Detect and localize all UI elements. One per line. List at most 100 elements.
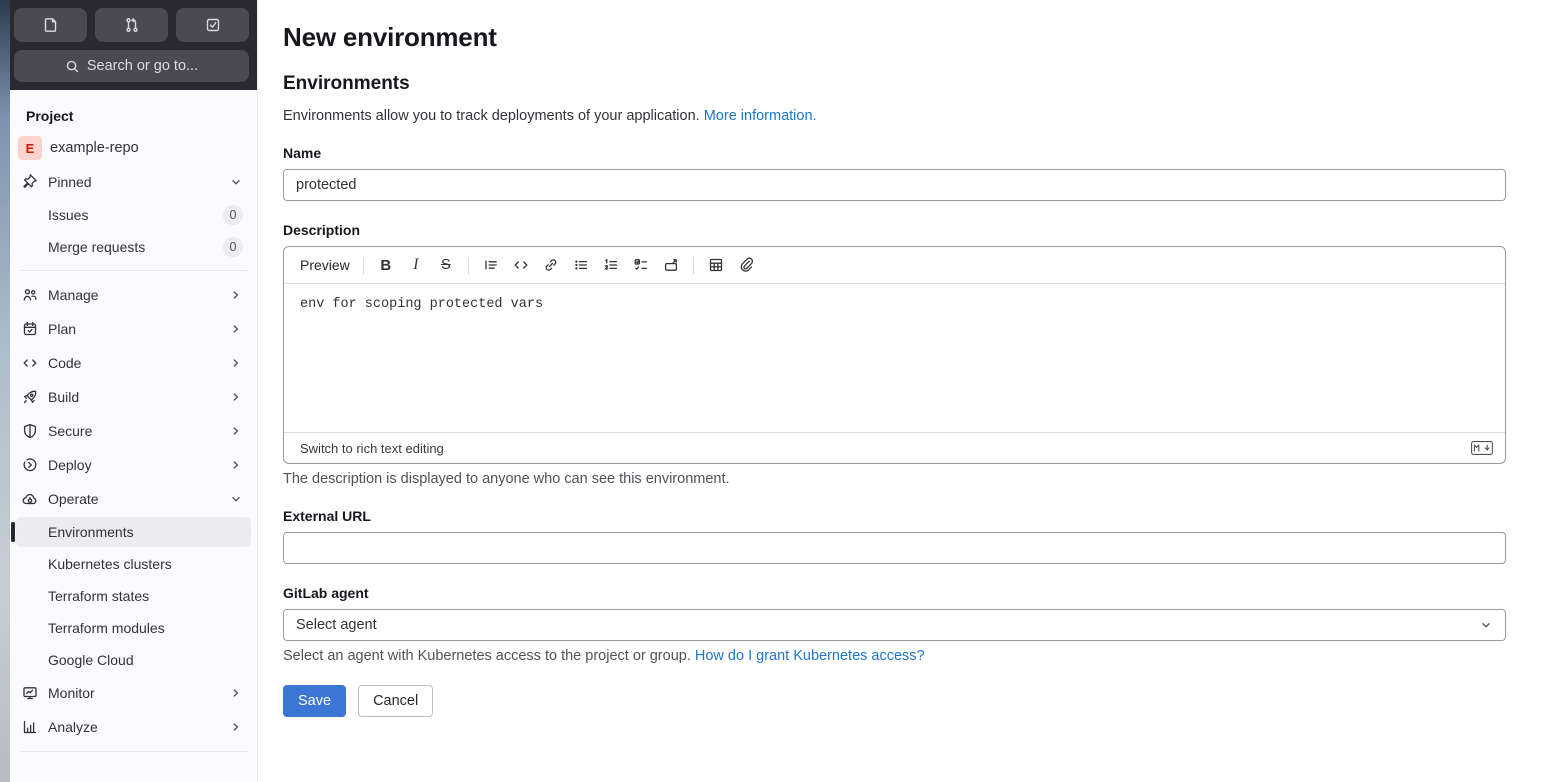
sidebar-item-label: Issues [48, 207, 89, 223]
sidebar-divider [20, 270, 247, 271]
sidebar-nav: Project E example-repo Pinned Issues 0 M… [10, 90, 257, 782]
code-icon [22, 355, 38, 371]
section-title: Environments [283, 73, 410, 94]
more-information-link[interactable]: More information. [704, 108, 817, 124]
sidebar-item-label: Manage [48, 287, 99, 303]
sidebar-item-label: Build [48, 389, 80, 405]
bold-icon[interactable]: B [373, 252, 399, 278]
merge-requests-shortcut-button[interactable] [95, 8, 168, 42]
search-input[interactable]: Search or go to... [14, 50, 249, 82]
active-indicator [11, 522, 15, 542]
attach-file-icon[interactable] [733, 252, 759, 278]
issues-shortcut-button[interactable] [14, 8, 87, 42]
sidebar-item-label: Deploy [48, 457, 92, 473]
calendar-icon [22, 321, 38, 337]
cloud-pod-icon [22, 491, 38, 507]
sidebar-item-label: Plan [48, 321, 77, 337]
deploy-icon [22, 457, 38, 473]
name-input[interactable] [283, 169, 1506, 201]
rocket-icon [22, 389, 38, 405]
agent-select-value: Select agent [296, 617, 377, 633]
desktop-edge [0, 0, 10, 782]
issues-icon [43, 17, 59, 33]
markdown-mark-icon [1471, 441, 1493, 455]
sidebar-divider [20, 751, 247, 752]
quote-icon[interactable] [478, 252, 504, 278]
collapsible-section-icon[interactable] [658, 252, 684, 278]
pin-icon [22, 174, 38, 190]
sidebar: Search or go to... Project E example-rep… [10, 0, 258, 782]
chevron-right-icon [229, 686, 243, 700]
gitlab-agent-label: GitLab agent [283, 585, 369, 601]
agent-select[interactable]: Select agent [283, 609, 1506, 641]
sidebar-item-label: Pinned [48, 174, 92, 190]
search-icon [65, 59, 80, 74]
chevron-right-icon [229, 458, 243, 472]
merge-request-icon [124, 17, 140, 33]
chevron-right-icon [229, 288, 243, 302]
editor-toolbar: Preview B I S [284, 247, 1505, 284]
sidebar-item-plan[interactable]: Plan [16, 313, 251, 345]
sidebar-item-monitor[interactable]: Monitor [16, 677, 251, 709]
project-name: example-repo [50, 140, 139, 156]
editor-footer: Switch to rich text editing [284, 432, 1505, 463]
chart-icon [22, 719, 38, 735]
main-content: New environment Environments Environment… [259, 0, 1550, 782]
page-title: New environment [283, 22, 497, 52]
external-url-label: External URL [283, 508, 371, 524]
chevron-right-icon [229, 356, 243, 370]
numbered-list-icon[interactable] [598, 252, 624, 278]
sidebar-section-label: Project [26, 108, 74, 124]
sidebar-item-label: Merge requests [48, 239, 146, 255]
sidebar-item-label: Operate [48, 491, 99, 507]
sidebar-item-secure[interactable]: Secure [16, 415, 251, 447]
bullet-list-icon[interactable] [568, 252, 594, 278]
sidebar-item-pinned[interactable]: Pinned [16, 166, 251, 198]
code-icon[interactable] [508, 252, 534, 278]
save-button[interactable]: Save [283, 685, 347, 717]
sidebar-item-kubernetes-clusters[interactable]: Kubernetes clusters [16, 549, 251, 579]
sidebar-item-label: Monitor [48, 685, 95, 701]
external-url-input[interactable] [283, 532, 1506, 564]
toolbar-divider [692, 256, 694, 274]
todo-shortcut-button[interactable] [176, 8, 249, 42]
task-list-icon[interactable] [628, 252, 654, 278]
project-avatar: E [18, 136, 42, 160]
agent-help-text: Select an agent with Kubernetes access t… [283, 648, 925, 664]
chevron-right-icon [229, 720, 243, 734]
switch-rich-text-link[interactable]: Switch to rich text editing [300, 441, 444, 456]
link-icon[interactable] [538, 252, 564, 278]
sidebar-item-merge-requests[interactable]: Merge requests 0 [16, 232, 251, 262]
italic-icon[interactable]: I [403, 252, 429, 278]
sidebar-item-google-cloud[interactable]: Google Cloud [16, 645, 251, 675]
sidebar-item-terraform-states[interactable]: Terraform states [16, 581, 251, 611]
sidebar-item-operate[interactable]: Operate [16, 483, 251, 515]
sidebar-item-manage[interactable]: Manage [16, 279, 251, 311]
strikethrough-icon[interactable]: S [433, 252, 459, 278]
sidebar-item-build[interactable]: Build [16, 381, 251, 413]
sidebar-header: Search or go to... [10, 0, 257, 90]
sidebar-item-deploy[interactable]: Deploy [16, 449, 251, 481]
cancel-button[interactable]: Cancel [358, 685, 434, 717]
sidebar-item-terraform-modules[interactable]: Terraform modules [16, 613, 251, 643]
todo-list-icon [205, 17, 221, 33]
table-icon[interactable] [703, 252, 729, 278]
sidebar-item-code[interactable]: Code [16, 347, 251, 379]
sidebar-item-label: Terraform states [48, 588, 150, 604]
name-label: Name [283, 145, 322, 161]
sidebar-item-analyze[interactable]: Analyze [16, 711, 251, 743]
preview-tab[interactable]: Preview [300, 257, 350, 273]
kubernetes-access-link[interactable]: How do I grant Kubernetes access? [695, 648, 925, 664]
markdown-editor: Preview B I S env for scoping protected … [283, 246, 1506, 464]
description-textarea[interactable]: env for scoping protected vars [284, 284, 1505, 432]
sidebar-item-project[interactable]: E example-repo [16, 132, 251, 164]
sidebar-item-label: Kubernetes clusters [48, 556, 172, 572]
chevron-right-icon [229, 424, 243, 438]
toolbar-divider [467, 256, 469, 274]
sidebar-item-environments[interactable]: Environments [11, 517, 251, 547]
sidebar-item-label: Secure [48, 423, 93, 439]
chevron-down-icon [229, 175, 243, 189]
sidebar-item-label: Environments [48, 524, 134, 540]
sidebar-item-issues[interactable]: Issues 0 [16, 200, 251, 230]
description-label: Description [283, 222, 361, 238]
